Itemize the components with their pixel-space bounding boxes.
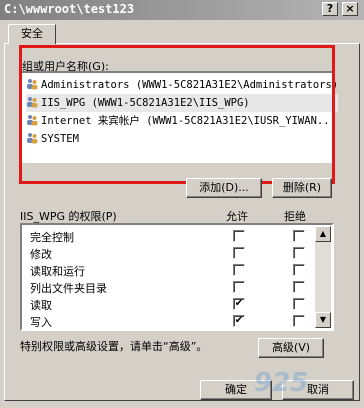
user-group-icon xyxy=(26,114,38,126)
user-group-icon xyxy=(26,78,38,90)
allow-checkbox[interactable]: ✔ xyxy=(233,298,245,310)
user-group-icon xyxy=(26,132,38,144)
advanced-hint: 特别权限或高级设置，请单击“高级”。 xyxy=(20,340,208,353)
user-list-item-label: SYSTEM xyxy=(41,133,79,145)
permissions-scrollbar[interactable]: ▲ ▼ xyxy=(315,226,331,328)
allow-header: 允许 xyxy=(226,210,248,223)
watermark-logo: 925 xyxy=(254,368,309,398)
permission-row: 列出文件夹目录 xyxy=(30,279,330,296)
allow-checkbox[interactable] xyxy=(233,247,245,259)
permission-label: 写入 xyxy=(30,316,52,329)
window-title: C:\wwwroot\test123 xyxy=(4,2,135,16)
user-list-item-label: Administrators (WWW1-5C821A31E2\Administ… xyxy=(41,79,338,91)
permission-label: 读取和运行 xyxy=(30,265,85,278)
user-list-item[interactable]: Administrators (WWW1-5C821A31E2\Administ… xyxy=(26,76,338,94)
deny-header: 拒绝 xyxy=(284,210,306,223)
user-list-item[interactable]: IIS_WPG (WWW1-5C821A31E2\IIS_WPG) xyxy=(26,94,338,112)
scroll-down-icon[interactable]: ▼ xyxy=(315,312,331,328)
permissions-title: IIS_WPG 的权限(P) xyxy=(20,210,117,223)
scroll-up-icon[interactable]: ▲ xyxy=(315,226,331,242)
users-listbox[interactable]: Administrators (WWW1-5C821A31E2\Administ… xyxy=(20,71,338,163)
tab-security[interactable]: 安全 xyxy=(8,24,56,44)
permissions-listbox[interactable]: 完全控制修改读取和运行列出文件夹目录 读取 ✔ 写入 ✔ ▲ ▼ xyxy=(20,223,334,331)
user-list-item[interactable]: SYSTEM xyxy=(26,130,338,148)
allow-checkbox[interactable] xyxy=(233,264,245,276)
permission-label: 完全控制 xyxy=(30,231,74,244)
advanced-button[interactable]: 高级(V) xyxy=(258,338,324,358)
user-list-item-label: IIS_WPG (WWW1-5C821A31E2\IIS_WPG) xyxy=(41,97,250,109)
permission-label: 修改 xyxy=(30,248,52,261)
permission-row: 完全控制 xyxy=(30,228,330,245)
close-button[interactable]: × xyxy=(342,2,358,16)
deny-checkbox[interactable] xyxy=(293,298,305,310)
permission-label: 列出文件夹目录 xyxy=(30,282,107,295)
allow-checkbox[interactable] xyxy=(233,281,245,293)
allow-checkbox[interactable] xyxy=(233,230,245,242)
permission-label: 读取 xyxy=(30,299,52,312)
permission-row: 读取和运行 xyxy=(30,262,330,279)
help-button[interactable]: ? xyxy=(322,2,338,16)
deny-checkbox[interactable] xyxy=(293,315,305,327)
permission-row: 写入 ✔ xyxy=(30,313,330,330)
add-button[interactable]: 添加(D)... xyxy=(186,178,262,198)
permission-row: 修改 xyxy=(30,245,330,262)
permission-row: 读取 ✔ xyxy=(30,296,330,313)
user-group-icon xyxy=(26,96,38,108)
deny-checkbox[interactable] xyxy=(293,230,305,242)
remove-button[interactable]: 删除(R) xyxy=(272,178,332,198)
deny-checkbox[interactable] xyxy=(293,247,305,259)
title-bar: C:\wwwroot\test123 ? × xyxy=(0,0,364,20)
user-list-item[interactable]: Internet 来宾帐户 (WWW1-5C821A31E2\IUSR_YIWA… xyxy=(26,112,338,130)
allow-checkbox[interactable]: ✔ xyxy=(233,315,245,327)
deny-checkbox[interactable] xyxy=(293,281,305,293)
user-list-item-label: Internet 来宾帐户 (WWW1-5C821A31E2\IUSR_YIWA… xyxy=(41,115,336,127)
deny-checkbox[interactable] xyxy=(293,264,305,276)
